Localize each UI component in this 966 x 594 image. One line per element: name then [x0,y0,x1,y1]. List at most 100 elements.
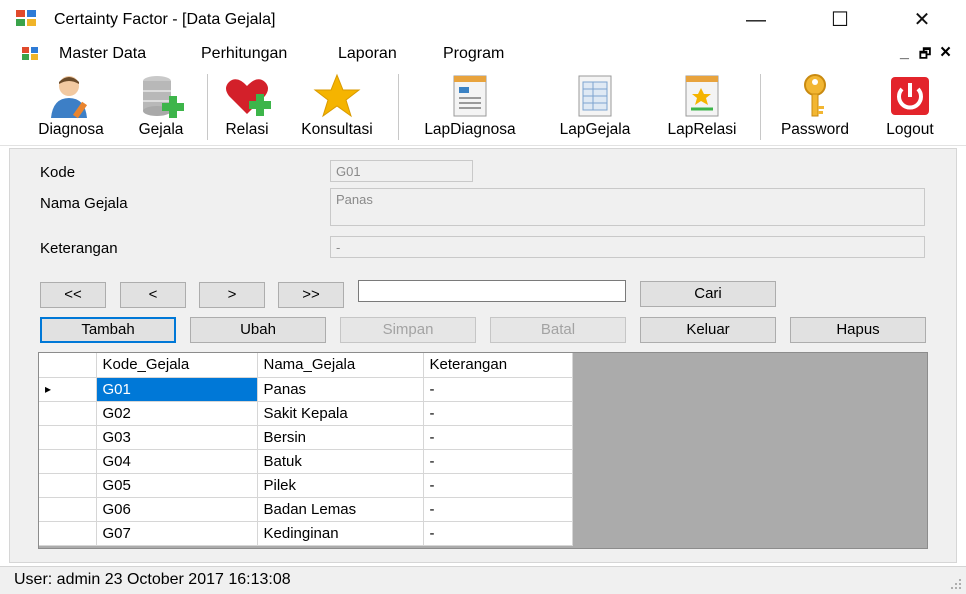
toolbar-gejala-button[interactable]: Gejala [126,70,196,144]
heart-add-icon [226,79,271,116]
cell-keterangan[interactable]: - [423,473,573,498]
menu-master-data[interactable]: Master Data [59,45,146,63]
keluar-button[interactable]: Keluar [640,317,776,343]
menu-perhitungan[interactable]: Perhitungan [201,45,287,63]
keterangan-field[interactable]: - [330,236,925,258]
table-row[interactable]: G05 Pilek - [39,473,573,498]
resize-grip-icon[interactable] [950,578,962,590]
gejala-data-grid[interactable]: Kode_Gejala Nama_Gejala Keterangan ▸ G01… [38,352,928,549]
close-button[interactable]: ✕ [902,8,942,32]
toolbar-lapgejala-button[interactable]: LapGejala [545,70,645,144]
nav-last-button[interactable]: >> [278,282,344,308]
kode-label: Kode [40,164,76,181]
row-selector[interactable] [39,449,97,474]
toolbar-password-button[interactable]: Password [768,70,862,144]
cell-keterangan[interactable]: - [423,521,573,546]
user-edit-icon [51,76,88,119]
table-row[interactable]: ▸ G01 Panas - [39,377,573,402]
cell-kode[interactable]: G06 [96,497,258,522]
toolbar-separator [207,74,208,140]
cell-nama[interactable]: Pilek [257,473,424,498]
toolbar-relasi-label: Relasi [225,121,269,138]
toolbar-lapgejala-label: LapGejala [559,121,631,138]
cari-button[interactable]: Cari [640,281,776,307]
cell-kode[interactable]: G03 [96,425,258,450]
cell-nama[interactable]: Batuk [257,449,424,474]
toolbar-diagnosa-label: Diagnosa [38,121,104,138]
toolbar-logout-label: Logout [886,121,934,138]
row-selector[interactable] [39,521,97,546]
hapus-button[interactable]: Hapus [790,317,926,343]
key-icon [804,74,826,117]
row-selector[interactable] [39,473,97,498]
cell-keterangan[interactable]: - [423,425,573,450]
toolbar-relasi-button[interactable]: Relasi [212,70,282,144]
table-row[interactable]: G07 Kedinginan - [39,521,573,546]
mdi-minimize-button[interactable]: _ [900,44,909,62]
kode-field[interactable]: G01 [330,160,473,182]
maximize-button[interactable]: ☐ [820,8,860,32]
cell-nama[interactable]: Panas [257,377,424,402]
mdi-child-icon[interactable] [22,47,38,60]
star-icon [313,73,361,118]
cell-kode[interactable]: G04 [96,449,258,474]
toolbar-laprelasi-button[interactable]: LapRelasi [654,70,750,144]
table-row[interactable]: G06 Badan Lemas - [39,497,573,522]
toolbar-konsultasi-button[interactable]: Konsultasi [287,70,387,144]
toolbar-logout-button[interactable]: Logout [870,70,950,144]
search-input[interactable] [358,280,626,302]
nama-gejala-label: Nama Gejala [40,195,128,212]
database-add-icon [143,76,184,118]
nav-prev-button[interactable]: < [120,282,186,308]
menu-laporan[interactable]: Laporan [338,45,397,63]
row-selector[interactable] [39,425,97,450]
cell-nama[interactable]: Sakit Kepala [257,401,424,426]
column-header-nama-gejala[interactable]: Nama_Gejala [257,353,424,378]
cell-keterangan[interactable]: - [423,401,573,426]
window-title: Certainty Factor - [Data Gejala] [54,11,276,28]
toolbar-lapdiagnosa-button[interactable]: LapDiagnosa [406,70,534,144]
nav-first-button[interactable]: << [40,282,106,308]
cell-kode[interactable]: G07 [96,521,258,546]
cell-keterangan[interactable]: - [423,449,573,474]
column-header-keterangan[interactable]: Keterangan [423,353,573,378]
toolbar-diagnosa-button[interactable]: Diagnosa [24,70,118,144]
power-icon [891,77,929,115]
report-icon [453,75,487,117]
cell-keterangan[interactable]: - [423,377,573,402]
cell-keterangan[interactable]: - [423,497,573,522]
cell-nama[interactable]: Bersin [257,425,424,450]
chart-report-icon [685,75,719,117]
table-row[interactable]: G04 Batuk - [39,449,573,474]
toolbar-separator [398,74,399,140]
menu-program[interactable]: Program [443,45,504,63]
cell-nama[interactable]: Kedinginan [257,521,424,546]
toolbar-gejala-label: Gejala [138,121,184,138]
ubah-button[interactable]: Ubah [190,317,326,343]
toolbar-konsultasi-label: Konsultasi [301,121,373,138]
toolbar-laprelasi-label: LapRelasi [667,121,737,138]
table-report-icon [578,75,612,117]
column-header-kode-gejala[interactable]: Kode_Gejala [96,353,258,378]
mdi-close-button[interactable]: × [940,42,951,64]
minimize-button[interactable]: — [736,8,776,32]
cell-kode[interactable]: G02 [96,401,258,426]
tambah-button[interactable]: Tambah [40,317,176,343]
simpan-button[interactable]: Simpan [340,317,476,343]
status-text: User: admin 23 October 2017 16:13:08 [14,571,291,588]
row-selector-current[interactable]: ▸ [39,377,97,402]
keterangan-label: Keterangan [40,240,118,257]
nav-next-button[interactable]: > [199,282,265,308]
table-row[interactable]: G03 Bersin - [39,425,573,450]
table-row[interactable]: G02 Sakit Kepala - [39,401,573,426]
mdi-restore-button[interactable]: 🗗 [919,45,931,67]
grid-table: Kode_Gejala Nama_Gejala Keterangan ▸ G01… [39,353,573,546]
toolbar-password-label: Password [780,121,850,138]
batal-button[interactable]: Batal [490,317,626,343]
row-selector[interactable] [39,401,97,426]
cell-kode[interactable]: G01 [96,377,258,402]
cell-nama[interactable]: Badan Lemas [257,497,424,522]
cell-kode[interactable]: G05 [96,473,258,498]
nama-gejala-field[interactable]: Panas [330,188,925,226]
row-selector[interactable] [39,497,97,522]
